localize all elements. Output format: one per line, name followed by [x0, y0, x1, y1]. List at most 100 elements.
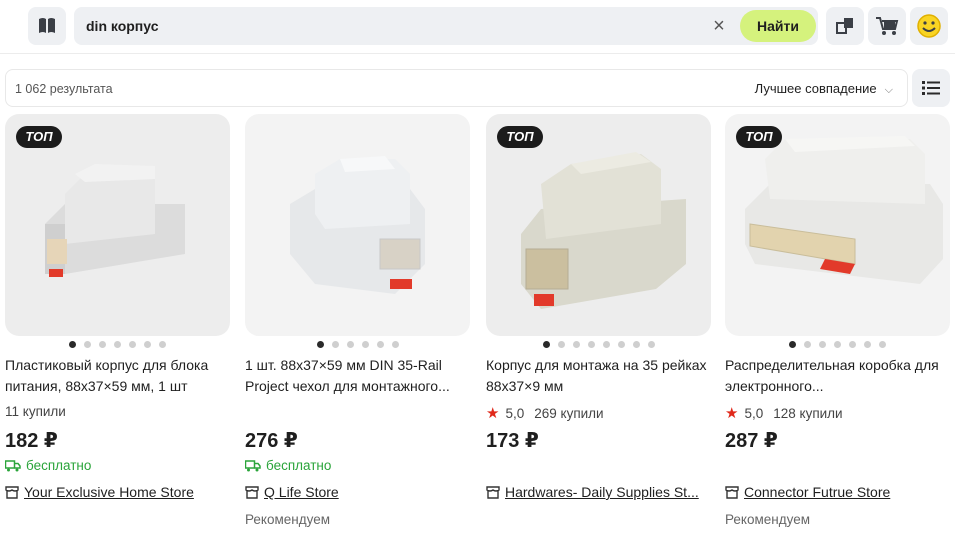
truck-icon [5, 459, 21, 471]
carousel-dot[interactable] [602, 341, 610, 348]
search-field[interactable]: din корпус × Найти [74, 7, 818, 45]
carousel-dot[interactable] [129, 341, 136, 348]
star-icon: ★ [725, 405, 739, 422]
product-image[interactable]: ТОП [486, 114, 711, 336]
carousel-dot[interactable] [647, 341, 655, 348]
carousel-dot[interactable] [617, 341, 625, 348]
product-card[interactable]: 1 шт. 88x37×59 мм DIN 35-Rail Project че… [245, 114, 470, 534]
apps-button[interactable] [826, 7, 864, 45]
store-name[interactable]: Your Exclusive Home Store [24, 484, 194, 500]
bought-count: 11 купили [5, 404, 66, 419]
rating-value: 5,0 [744, 405, 764, 421]
carousel-dot[interactable] [819, 341, 826, 348]
smiley-icon [917, 14, 941, 38]
carousel-dot[interactable] [849, 341, 856, 348]
catalog-button[interactable] [28, 7, 66, 45]
carousel-dot[interactable] [557, 341, 565, 348]
carousel-dot[interactable] [391, 341, 399, 348]
list-icon [922, 81, 940, 95]
carousel-dot[interactable] [361, 341, 369, 348]
top-badge: ТОП [736, 126, 782, 148]
carousel-dot[interactable] [69, 341, 76, 348]
product-meta: 11 купили [5, 404, 66, 419]
clear-icon[interactable]: × [710, 16, 728, 36]
sort-dropdown[interactable]: Лучшее совпадение ⌵ [755, 81, 893, 97]
top-bar: din корпус × Найти [0, 0, 955, 54]
delivery-info: бесплатно [245, 458, 331, 473]
carousel-dot[interactable] [331, 341, 339, 348]
product-image[interactable]: ТОП [725, 114, 950, 336]
image-carousel-dots[interactable] [5, 341, 230, 351]
product-price: 182 ₽ [5, 430, 58, 452]
carousel-dot[interactable] [572, 341, 580, 348]
carousel-dot[interactable] [159, 341, 166, 348]
carousel-dot[interactable] [376, 341, 384, 348]
product-image[interactable]: ТОП [5, 114, 230, 336]
cubes-icon [836, 18, 853, 34]
carousel-dot[interactable] [587, 341, 595, 348]
din-enclosure-image [290, 156, 425, 294]
recommended-label: Рекомендуем [725, 512, 810, 527]
top-badge: ТОП [497, 126, 543, 148]
image-carousel-dots[interactable] [725, 341, 950, 351]
search-input[interactable]: din корпус [86, 18, 159, 34]
product-price: 287 ₽ [725, 430, 778, 452]
results-count: 1 062 результата [15, 82, 113, 96]
product-title[interactable]: Пластиковый корпус для блока питания, 88… [5, 355, 230, 397]
book-icon [39, 18, 55, 33]
cart-button[interactable] [868, 7, 906, 45]
top-badge: ТОП [16, 126, 62, 148]
product-price: 173 ₽ [486, 430, 539, 452]
product-card[interactable]: ТОП Пластиковый корпус для блока питания… [5, 114, 230, 534]
product-card[interactable]: ТОП Корпус для монтажа на 35 рейках 88x3… [486, 114, 711, 534]
bought-count: 128 купили [773, 405, 843, 421]
carousel-dot[interactable] [804, 341, 811, 348]
product-meta: ★ 5,0 128 купили [725, 404, 843, 422]
store-name[interactable]: Hardwares- Daily Supplies St... [505, 484, 699, 500]
profile-button[interactable] [910, 7, 948, 45]
carousel-dot[interactable] [84, 341, 91, 348]
store-link[interactable]: Your Exclusive Home Store [5, 484, 194, 500]
store-icon [5, 485, 19, 499]
product-title[interactable]: Распределительная коробка для электронно… [725, 355, 950, 397]
store-icon [245, 485, 259, 499]
results-bar: 1 062 результата Лучшее совпадение ⌵ [5, 69, 908, 107]
sort-label: Лучшее совпадение [754, 81, 877, 96]
product-meta: ★ 5,0 269 купили [486, 404, 604, 422]
delivery-label: бесплатно [266, 458, 332, 473]
carousel-dot[interactable] [864, 341, 871, 348]
image-carousel-dots[interactable] [486, 341, 711, 351]
product-card[interactable]: ТОП Распределительная коробка для электр… [725, 114, 950, 534]
carousel-dot[interactable] [346, 341, 354, 348]
store-name[interactable]: Connector Futrue Store [744, 484, 890, 500]
store-icon [725, 485, 739, 499]
product-image[interactable] [245, 114, 470, 336]
carousel-dot[interactable] [632, 341, 640, 348]
store-link[interactable]: Connector Futrue Store [725, 484, 890, 500]
store-name[interactable]: Q Life Store [264, 484, 339, 500]
store-link[interactable]: Hardwares- Daily Supplies St... [486, 484, 699, 500]
carousel-dot[interactable] [879, 341, 886, 348]
chevron-down-icon: ⌵ [884, 84, 893, 96]
carousel-dot[interactable] [114, 341, 121, 348]
delivery-label: бесплатно [26, 458, 92, 473]
truck-icon [245, 459, 261, 471]
carousel-dot[interactable] [316, 341, 324, 348]
product-title[interactable]: Корпус для монтажа на 35 рейках 88x37×9 … [486, 355, 711, 397]
carousel-dot[interactable] [789, 341, 796, 348]
star-icon: ★ [486, 405, 500, 422]
find-button[interactable]: Найти [740, 10, 816, 42]
product-title[interactable]: 1 шт. 88x37×59 мм DIN 35-Rail Project че… [245, 355, 470, 397]
carousel-dot[interactable] [99, 341, 106, 348]
carousel-dot[interactable] [834, 341, 841, 348]
store-icon [486, 485, 500, 499]
carousel-dot[interactable] [542, 341, 550, 348]
carousel-dot[interactable] [144, 341, 151, 348]
bought-count: 269 купили [534, 405, 604, 421]
delivery-info: бесплатно [5, 458, 91, 473]
list-view-button[interactable] [912, 69, 950, 107]
product-price: 276 ₽ [245, 430, 298, 452]
cart-icon [876, 17, 899, 35]
image-carousel-dots[interactable] [245, 341, 470, 351]
store-link[interactable]: Q Life Store [245, 484, 339, 500]
